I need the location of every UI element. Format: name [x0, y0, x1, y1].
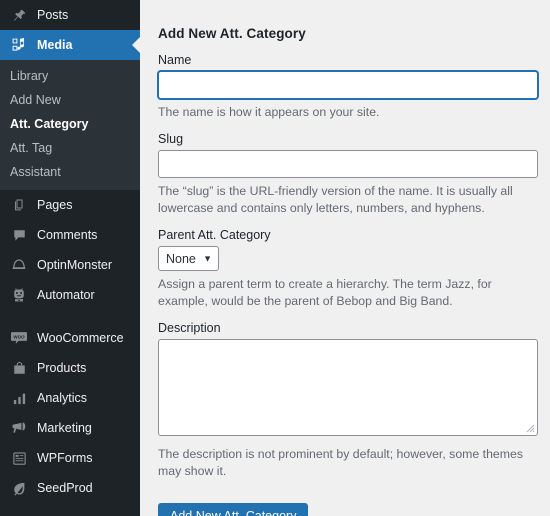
name-input[interactable] — [158, 71, 538, 99]
sidebar-item-automator[interactable]: Automator — [0, 280, 140, 310]
menu-separator — [0, 310, 140, 323]
automator-robot-icon — [8, 285, 30, 305]
page-title: Add New Att. Category — [158, 26, 306, 41]
sidebar-item-marketing[interactable]: Marketing — [0, 413, 140, 443]
parent-help-text: Assign a parent term to create a hierarc… — [158, 277, 492, 308]
slug-input[interactable] — [158, 150, 538, 178]
field-name: Name The name is how it appears on your … — [158, 53, 538, 121]
slug-help-text: The “slug” is the URL-friendly version o… — [158, 184, 513, 215]
sidebar-item-products[interactable]: Products — [0, 353, 140, 383]
pages-icon — [8, 195, 30, 215]
sidebar-item-assistant[interactable]: Assistant — [0, 160, 140, 184]
parent-select-wrap: None ▼ — [158, 246, 219, 271]
analytics-bars-icon — [8, 388, 30, 408]
field-parent: Parent Att. Category None ▼ Assign a par… — [158, 228, 538, 310]
name-help-text: The name is how it appears on your site. — [158, 105, 380, 119]
sidebar-item-att-tag[interactable]: Att. Tag — [0, 136, 140, 160]
sidebar-item-att-category[interactable]: Att. Category — [0, 112, 140, 136]
parent-select[interactable]: None — [158, 246, 219, 271]
products-bag-icon — [8, 358, 30, 378]
svg-text:WOO: WOO — [13, 334, 25, 339]
sidebar-item-library[interactable]: Library — [0, 64, 140, 88]
sidebar-item-posts[interactable]: Posts — [0, 0, 140, 30]
sidebar-item-label: WPForms — [37, 451, 93, 465]
sidebar-item-label: OptinMonster — [37, 258, 113, 272]
sidebar-item-pages[interactable]: Pages — [0, 190, 140, 220]
sidebar-item-label: SeedProd — [37, 481, 93, 495]
sidebar-item-comments[interactable]: Comments — [0, 220, 140, 250]
description-label: Description — [158, 321, 221, 335]
comments-icon — [8, 225, 30, 245]
woocommerce-icon: WOO — [8, 328, 30, 348]
media-icon — [8, 35, 30, 55]
sidebar-item-media[interactable]: Media — [0, 30, 140, 60]
pin-icon — [8, 5, 30, 25]
sidebar-item-optinmonster[interactable]: OptinMonster — [0, 250, 140, 280]
sidebar-item-label: Posts — [37, 8, 69, 22]
admin-sidebar: Posts Media Library Add New Att. Categor… — [0, 0, 140, 516]
description-textarea[interactable] — [158, 339, 538, 436]
wpforms-icon — [8, 448, 30, 468]
sidebar-item-label: Pages — [37, 198, 73, 212]
sidebar-item-analytics[interactable]: Analytics — [0, 383, 140, 413]
sidebar-item-wpforms[interactable]: WPForms — [0, 443, 140, 473]
main-content: Add New Att. Category Name The name is h… — [140, 0, 550, 516]
sidebar-item-woocommerce[interactable]: WOO WooCommerce — [0, 323, 140, 353]
sidebar-item-label: Analytics — [37, 391, 88, 405]
sidebar-item-label: WooCommerce — [37, 331, 124, 345]
seedprod-leaf-icon — [8, 478, 30, 498]
description-help-text: The description is not prominent by defa… — [158, 447, 523, 478]
sidebar-item-label: Products — [37, 361, 87, 375]
media-submenu: Library Add New Att. Category Att. Tag A… — [0, 60, 140, 190]
current-menu-arrow-icon — [132, 37, 140, 53]
parent-label: Parent Att. Category — [158, 228, 271, 242]
sidebar-item-add-new[interactable]: Add New — [0, 88, 140, 112]
description-textarea-wrap — [158, 339, 538, 436]
field-slug: Slug The “slug” is the URL-friendly vers… — [158, 132, 538, 217]
name-label: Name — [158, 53, 192, 67]
sidebar-item-label: Comments — [37, 228, 98, 242]
add-new-att-category-button[interactable]: Add New Att. Category — [158, 503, 309, 516]
sidebar-item-seedprod[interactable]: SeedProd — [0, 473, 140, 503]
field-description: Description The description is not promi… — [158, 321, 538, 480]
sidebar-item-label: Marketing — [37, 421, 92, 435]
marketing-megaphone-icon — [8, 418, 30, 438]
optinmonster-icon — [8, 255, 30, 275]
slug-label: Slug — [158, 132, 184, 146]
sidebar-item-label: Automator — [37, 288, 95, 302]
sidebar-item-label: Media — [37, 38, 73, 52]
admin-screen: Posts Media Library Add New Att. Categor… — [0, 0, 550, 516]
